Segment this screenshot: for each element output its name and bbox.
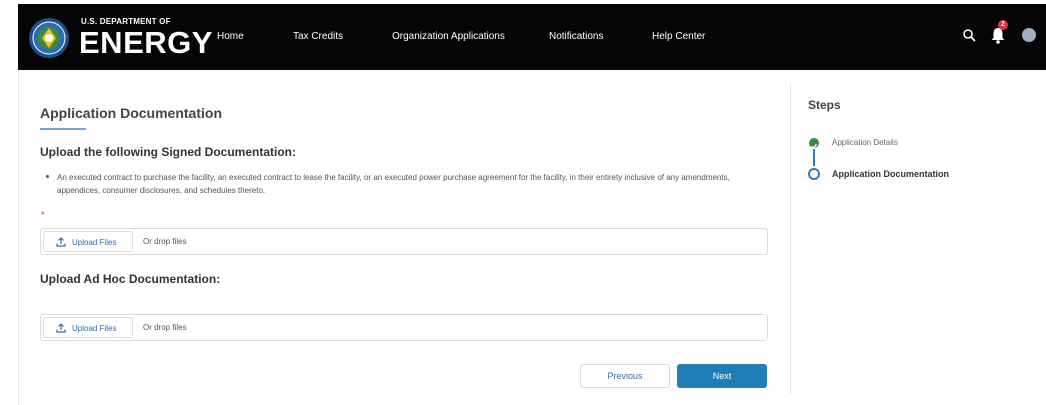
signed-documentation-dropzone[interactable]: Upload Files Or drop files [40,228,768,255]
sidebar-divider [790,84,791,394]
drop-files-text: Or drop files [143,323,187,332]
adhoc-documentation-dropzone[interactable]: Upload Files Or drop files [40,314,768,341]
next-button[interactable]: Next [677,364,767,388]
required-marker: * [41,210,45,220]
notification-badge: 2 [998,20,1008,30]
upload-files-label: Upload Files [72,324,117,333]
bullet-point [46,175,49,178]
upload-icon [56,237,66,247]
brand-name: ENERGY [79,25,213,60]
upload-files-label: Upload Files [72,238,117,247]
adhoc-documentation-heading: Upload Ad Hoc Documentation: [40,272,221,286]
drop-files-text: Or drop files [143,237,187,246]
nav-help-center[interactable]: Help Center [652,31,705,42]
previous-button-label: Previous [607,371,643,381]
upload-icon [56,323,66,333]
doe-logo[interactable]: U.S. DEPARTMENT OF ENERGY [28,11,212,63]
search-icon[interactable] [962,28,976,42]
nav-organization-applications[interactable]: Organization Applications [392,31,505,42]
nav-home[interactable]: Home [217,31,244,42]
nav-notifications[interactable]: Notifications [549,31,603,42]
step-current-icon [808,168,820,180]
signed-documentation-heading: Upload the following Signed Documentatio… [40,145,296,159]
upload-files-button[interactable]: Upload Files [43,231,133,252]
upload-files-button[interactable]: Upload Files [43,317,133,338]
step-connector [813,149,815,166]
step-application-documentation[interactable]: Application Documentation [832,169,949,179]
steps-title: Steps [808,98,841,112]
step-complete-icon [809,138,819,150]
avatar[interactable] [1022,28,1036,42]
step-application-details[interactable]: Application Details [832,138,898,147]
previous-button[interactable]: Previous [580,364,670,388]
next-button-label: Next [712,371,732,381]
page-title: Application Documentation [40,105,222,121]
doe-seal-icon [29,18,69,58]
top-navigation-bar: U.S. DEPARTMENT OF ENERGY Home Tax Credi… [18,4,1046,70]
title-underline [40,128,86,130]
nav-tax-credits[interactable]: Tax Credits [293,31,343,42]
signed-documentation-description: An executed contract to purchase the fac… [57,173,730,195]
